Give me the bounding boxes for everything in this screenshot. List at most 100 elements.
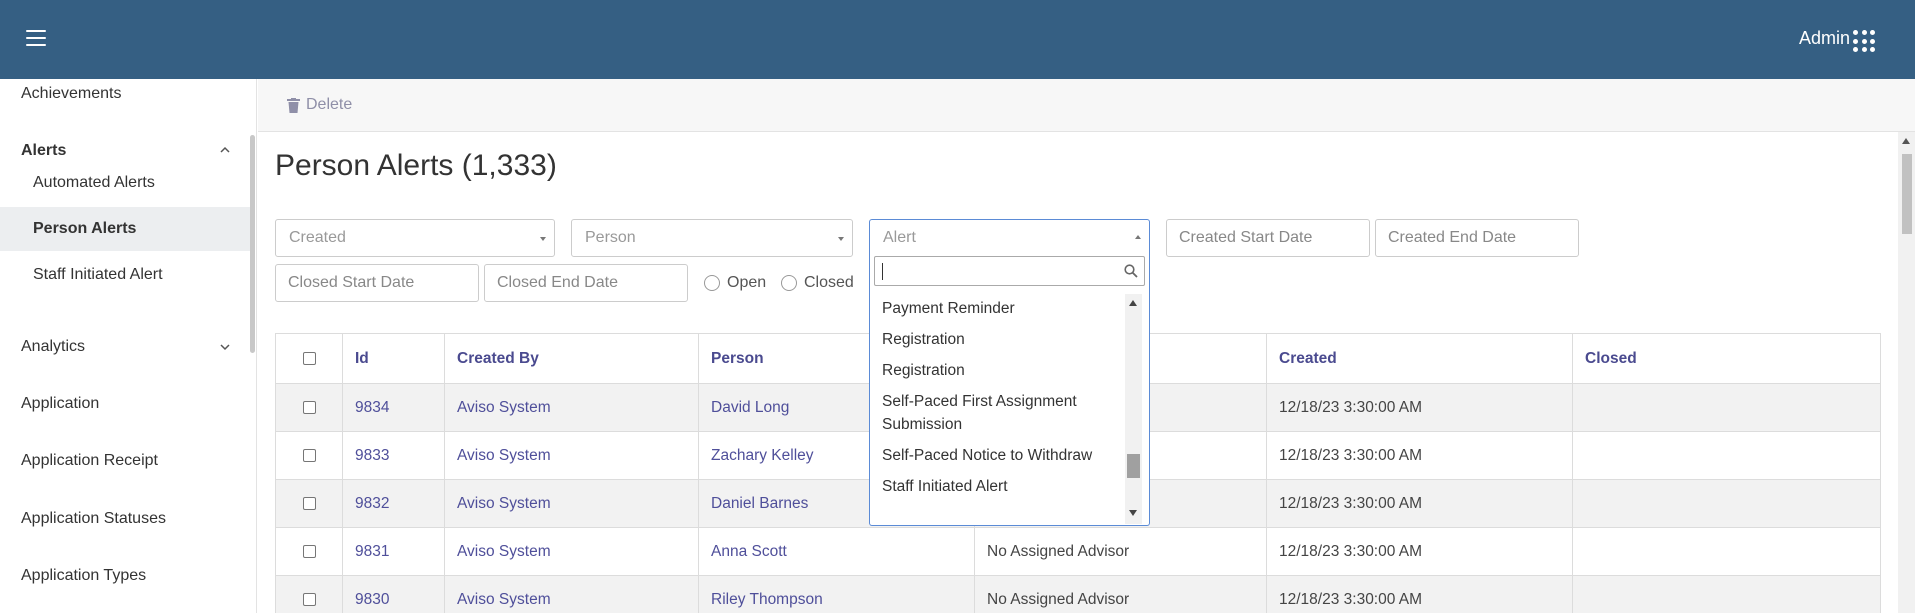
radio-open[interactable]: Open	[704, 274, 766, 292]
row-closed	[1572, 527, 1881, 576]
sidebar-item-analytics[interactable]: Analytics	[21, 338, 85, 356]
chevron-down-icon[interactable]	[220, 342, 230, 352]
row-closed	[1572, 575, 1881, 613]
sidebar-item-person-alerts[interactable]: Person Alerts	[0, 207, 250, 251]
scrollbar-thumb[interactable]	[1902, 154, 1912, 234]
closed-end-date-input[interactable]: Closed End Date	[484, 264, 688, 302]
scroll-up-icon[interactable]	[1129, 300, 1137, 306]
row-created: 12/18/23 3:30:00 AM	[1266, 431, 1573, 480]
alert-option[interactable]: Staff Initiated Alert	[870, 471, 1125, 502]
row-alert: No Assigned Advisor	[974, 575, 1267, 613]
row-checkbox-cell	[275, 527, 343, 576]
row-person-link[interactable]: Riley Thompson	[698, 575, 975, 613]
radio-circle[interactable]	[704, 275, 720, 291]
sidebar-item-automated-alerts[interactable]: Automated Alerts	[0, 161, 250, 205]
chevron-up-icon[interactable]	[220, 145, 230, 155]
alert-option[interactable]: Payment Reminder	[870, 293, 1125, 324]
created-end-date-input[interactable]: Created End Date	[1375, 219, 1579, 257]
column-header-id[interactable]: Id	[342, 333, 445, 384]
created-by-select[interactable]: Created	[275, 219, 555, 257]
row-closed	[1572, 479, 1881, 528]
radio-closed-label: Closed	[804, 274, 854, 291]
alert-search-input[interactable]	[874, 256, 1145, 286]
column-header-closed[interactable]: Closed	[1572, 333, 1881, 384]
closed-start-date-input[interactable]: Closed Start Date	[275, 264, 479, 302]
row-checkbox[interactable]	[302, 592, 316, 606]
row-created: 12/18/23 3:30:00 AM	[1266, 575, 1573, 613]
alert-options-list: Payment Reminder Registration Registrati…	[870, 293, 1125, 502]
row-id-link[interactable]: 9834	[342, 383, 445, 432]
row-closed	[1572, 383, 1881, 432]
sidebar-item-staff-initiated-alert[interactable]: Staff Initiated Alert	[0, 253, 250, 297]
row-checkbox-cell	[275, 431, 343, 480]
sidebar-item-application-types[interactable]: Application Types	[21, 567, 146, 585]
row-alert: No Assigned Advisor	[974, 527, 1267, 576]
page-title: Person Alerts (1,333)	[275, 149, 557, 182]
trash-icon	[287, 97, 300, 113]
scroll-down-icon[interactable]	[1129, 510, 1137, 516]
sidebar-item-application[interactable]: Application	[21, 395, 99, 413]
row-created-by-link[interactable]: Aviso System	[444, 575, 699, 613]
caret-down-icon	[838, 237, 844, 241]
table-row[interactable]: 9831 Aviso System Anna Scott No Assigned…	[275, 527, 1881, 576]
created-start-date-input[interactable]: Created Start Date	[1166, 219, 1370, 257]
main-scrollbar[interactable]	[1898, 132, 1915, 613]
row-id-link[interactable]: 9832	[342, 479, 445, 528]
table-row[interactable]: 9830 Aviso System Riley Thompson No Assi…	[275, 575, 1881, 613]
alert-dropdown: Payment Reminder Registration Registrati…	[869, 246, 1150, 526]
person-select[interactable]: Person	[571, 219, 853, 257]
column-header-created-by[interactable]: Created By	[444, 333, 699, 384]
row-created-by-link[interactable]: Aviso System	[444, 479, 699, 528]
sidebar: Achievements Alerts Automated Alerts Per…	[0, 79, 257, 613]
row-created-by-link[interactable]: Aviso System	[444, 383, 699, 432]
radio-closed[interactable]: Closed	[781, 274, 854, 292]
row-person-link[interactable]: Anna Scott	[698, 527, 975, 576]
row-checkbox[interactable]	[302, 496, 316, 510]
menu-icon[interactable]	[26, 30, 46, 46]
row-id-link[interactable]: 9833	[342, 431, 445, 480]
sidebar-item-application-receipt[interactable]: Application Receipt	[21, 452, 158, 470]
toolbar: Delete	[258, 79, 1915, 132]
column-header-created[interactable]: Created	[1266, 333, 1573, 384]
row-created: 12/18/23 3:30:00 AM	[1266, 479, 1573, 528]
row-created: 12/18/23 3:30:00 AM	[1266, 527, 1573, 576]
alert-option[interactable]: Registration	[870, 324, 1125, 355]
row-checkbox-cell	[275, 479, 343, 528]
caret-up-icon	[1135, 235, 1141, 239]
sidebar-item-achievements[interactable]: Achievements	[21, 85, 122, 103]
alert-option[interactable]: Self-Paced Notice to Withdraw	[870, 440, 1125, 471]
row-checkbox[interactable]	[302, 448, 316, 462]
row-checkbox[interactable]	[302, 400, 316, 414]
row-created: 12/18/23 3:30:00 AM	[1266, 383, 1573, 432]
row-id-link[interactable]: 9830	[342, 575, 445, 613]
caret-down-icon	[540, 237, 546, 241]
user-name[interactable]: Admin	[1799, 28, 1850, 49]
select-all-checkbox[interactable]	[302, 351, 316, 365]
radio-circle[interactable]	[781, 275, 797, 291]
row-checkbox[interactable]	[302, 544, 316, 558]
scrollbar-thumb[interactable]	[1127, 454, 1140, 478]
select-all-cell	[275, 333, 343, 384]
sidebar-item-application-statuses[interactable]: Application Statuses	[21, 510, 166, 528]
person-placeholder: Person	[585, 229, 636, 246]
row-created-by-link[interactable]: Aviso System	[444, 527, 699, 576]
delete-button[interactable]: Delete	[287, 96, 352, 114]
radio-open-label: Open	[727, 274, 767, 291]
apps-grid-icon[interactable]	[1853, 30, 1875, 52]
row-checkbox-cell	[275, 575, 343, 613]
search-icon	[1124, 264, 1138, 278]
text-cursor	[882, 263, 883, 280]
row-id-link[interactable]: 9831	[342, 527, 445, 576]
sidebar-scrollbar[interactable]	[250, 135, 255, 353]
row-created-by-link[interactable]: Aviso System	[444, 431, 699, 480]
row-checkbox-cell	[275, 383, 343, 432]
alert-option[interactable]: Self-Paced First Assignment Submission	[870, 386, 1125, 440]
delete-label: Delete	[306, 96, 353, 113]
alert-option[interactable]: Registration	[870, 355, 1125, 386]
scroll-up-icon[interactable]	[1902, 138, 1910, 144]
row-closed	[1572, 431, 1881, 480]
alert-placeholder: Alert	[883, 229, 916, 246]
sidebar-item-alerts[interactable]: Alerts	[21, 142, 66, 160]
dropdown-scrollbar[interactable]	[1125, 294, 1142, 524]
created-by-placeholder: Created	[289, 229, 346, 246]
